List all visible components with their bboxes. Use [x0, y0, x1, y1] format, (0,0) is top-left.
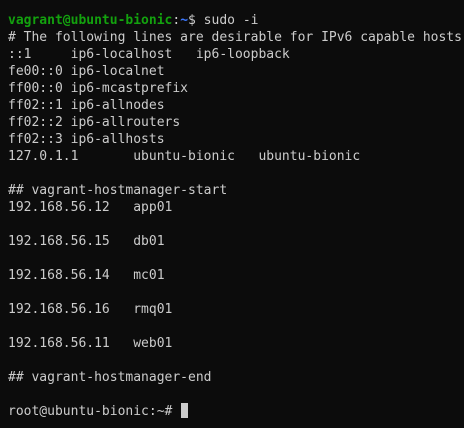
- prompt-path: ~: [180, 13, 189, 28]
- output-line: 192.168.56.16 rmq01: [8, 302, 173, 317]
- output-line: # The following lines are desirable for …: [8, 30, 462, 45]
- root-prompt-line[interactable]: root@ubuntu-bionic:~#: [8, 403, 464, 420]
- prompt-symbol: $: [188, 13, 196, 28]
- output-line: 192.168.56.14 mc01: [8, 268, 165, 283]
- hosts-output: # The following lines are desirable for …: [8, 29, 464, 403]
- output-line: 127.0.1.1 ubuntu-bionic ubuntu-bionic: [8, 149, 361, 164]
- root-prompt: root@ubuntu-bionic:~#: [8, 404, 181, 419]
- output-line: ff00::0 ip6-mcastprefix: [8, 81, 189, 96]
- command-text: sudo -i: [195, 13, 259, 28]
- text-cursor: [181, 403, 189, 418]
- prompt-user-host: vagrant@ubuntu-bionic: [8, 13, 173, 28]
- output-line: ::1 ip6-localhost ip6-loopback: [8, 47, 290, 62]
- output-line: ## vagrant-hostmanager-start: [8, 183, 228, 198]
- output-line: 192.168.56.11 web01: [8, 336, 173, 351]
- output-line: ff02::2 ip6-allrouters: [8, 115, 181, 130]
- terminal-window[interactable]: vagrant@ubuntu-bionic:~$ sudo -i # The f…: [0, 0, 464, 428]
- output-line: fe00::0 ip6-localnet: [8, 64, 165, 79]
- output-line: 192.168.56.12 app01: [8, 200, 173, 215]
- output-line: ## vagrant-hostmanager-end: [8, 370, 212, 385]
- output-line: 192.168.56.15 db01: [8, 234, 165, 249]
- output-line: ff02::1 ip6-allnodes: [8, 98, 165, 113]
- prompt-line: vagrant@ubuntu-bionic:~$ sudo -i: [8, 12, 464, 29]
- output-line: ff02::3 ip6-allhosts: [8, 132, 165, 147]
